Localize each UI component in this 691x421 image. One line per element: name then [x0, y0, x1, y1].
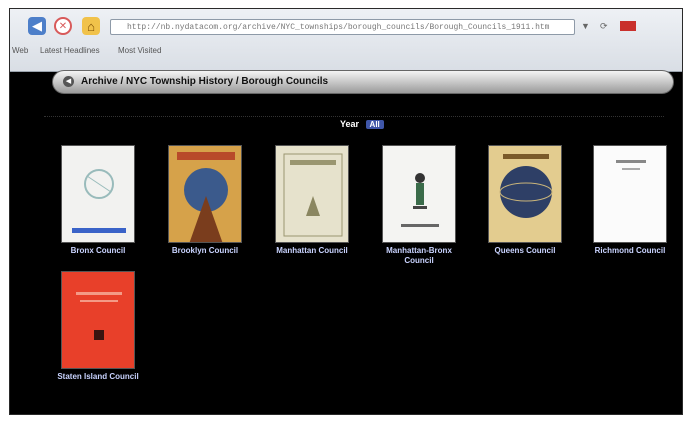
list-item[interactable]: Staten Island Council [55, 271, 141, 382]
list-item[interactable]: Bronx Council [55, 145, 141, 256]
cover-art-icon [72, 169, 126, 233]
cover-art-icon [76, 292, 122, 340]
item-label: Staten Island Council [57, 372, 139, 381]
bookmarks-bar: Web Latest Headlines Most Visited [10, 43, 682, 59]
list-item[interactable]: Brooklyn Council [162, 145, 248, 256]
browser-toolbar: ◀ ✕ ⌂ http://nb.nydatacom.org/archive/NY… [10, 9, 682, 72]
refresh-icon[interactable]: ⟳ [600, 21, 608, 32]
breadcrumb-bar: ◀ Archive / NYC Township History / Borou… [52, 70, 674, 94]
item-label: Bronx Council [70, 246, 126, 255]
year-filter: Year All [340, 119, 384, 129]
cover-art-icon [177, 152, 235, 242]
item-label: Brooklyn Council [171, 246, 239, 255]
bookmark-item[interactable]: Latest Headlines [40, 46, 100, 55]
browser-window: ◀ ✕ ⌂ http://nb.nydatacom.org/archive/NY… [9, 8, 683, 415]
bookmark-item[interactable]: Most Visited [118, 46, 161, 55]
item-label: Richmond Council [594, 246, 666, 255]
address-bar[interactable]: http://nb.nydatacom.org/archive/NYC_town… [110, 19, 575, 35]
cover-art-icon [499, 154, 553, 218]
item-label: Queens Council [494, 246, 556, 255]
stop-icon[interactable]: ✕ [54, 17, 72, 35]
cover-thumbnail[interactable] [61, 145, 135, 243]
cover-thumbnail[interactable] [488, 145, 562, 243]
cover-art-icon [283, 153, 343, 237]
item-label: Manhattan Council [276, 246, 348, 255]
cover-thumbnail[interactable] [382, 145, 456, 243]
cover-thumbnail[interactable] [275, 145, 349, 243]
list-item[interactable]: Queens Council [482, 145, 568, 256]
cover-art-icon [616, 160, 646, 170]
list-item[interactable]: Manhattan Council [269, 145, 355, 256]
home-icon[interactable]: ⌂ [82, 17, 100, 35]
dropdown-icon[interactable]: ▼ [581, 21, 590, 31]
filter-label: Year [340, 119, 360, 129]
flag-icon [620, 21, 636, 31]
item-label: Manhattan-Bronx Council [386, 246, 452, 265]
cover-thumbnail[interactable] [593, 145, 667, 243]
cover-thumbnail[interactable] [61, 271, 135, 369]
cover-thumbnail[interactable] [168, 145, 242, 243]
breadcrumb[interactable]: Archive / NYC Township History / Borough… [81, 76, 328, 87]
bookmark-item[interactable]: Web [12, 46, 28, 55]
list-item[interactable]: Manhattan-Bronx Council [376, 145, 462, 266]
cover-art-icon [401, 173, 439, 227]
home-crumb-icon[interactable]: ◀ [63, 76, 74, 87]
back-icon[interactable]: ◀ [28, 17, 46, 35]
divider [44, 116, 664, 117]
filter-dropdown[interactable]: All [365, 120, 384, 129]
list-item[interactable]: Richmond Council [587, 145, 673, 256]
